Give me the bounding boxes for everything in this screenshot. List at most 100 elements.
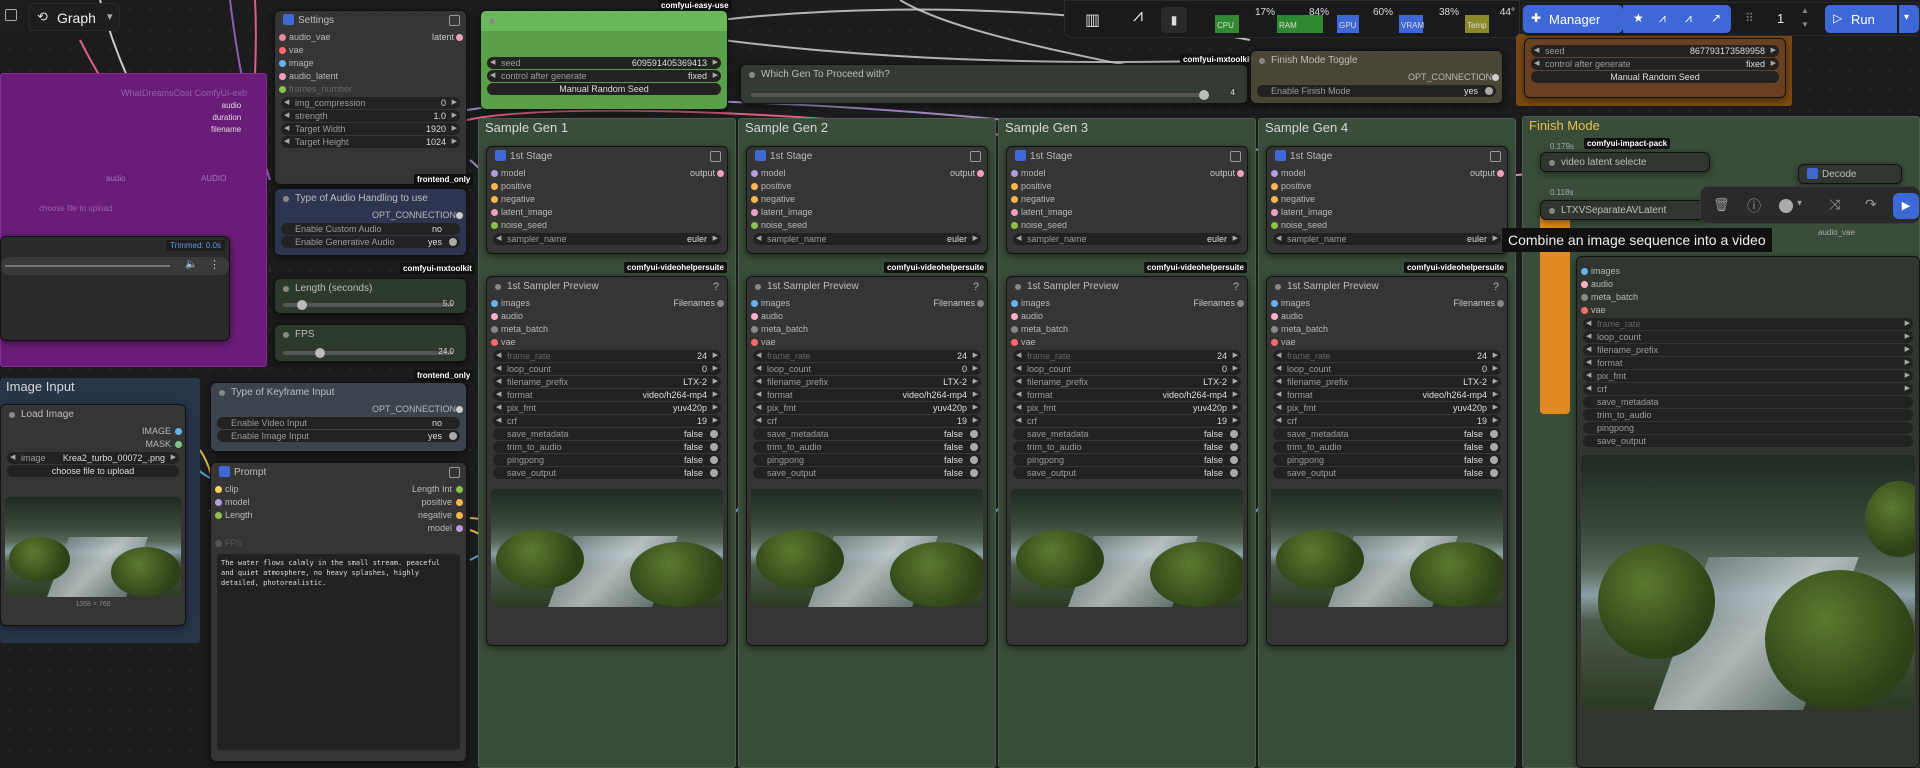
stage-input[interactable]: noise_seed (487, 219, 727, 232)
increment-icon[interactable]: ▲ (1801, 6, 1809, 15)
preview-widget-0[interactable]: frame_rate24 (1013, 350, 1241, 362)
enable-image-input-toggle[interactable]: Enable Image Input yes (217, 430, 460, 442)
input-clip[interactable]: clip (211, 483, 331, 496)
stage-input[interactable]: latent_image (1267, 206, 1507, 219)
output-model[interactable]: model (346, 522, 466, 535)
output-mask-port[interactable]: MASK (1, 438, 185, 451)
star-icon[interactable]: ★ (1633, 11, 1644, 25)
load-image-node[interactable]: Load Image IMAGE MASK imageKrea2_turbo_0… (0, 404, 186, 626)
video-latent-selector-node[interactable]: video latent selecte (1540, 152, 1710, 172)
length-slider[interactable] (283, 300, 453, 310)
manager-button[interactable]: ✚ Manager (1523, 5, 1623, 33)
first-stage-node[interactable]: 1st Stage model output positive negative late… (746, 146, 988, 254)
preview-input[interactable]: vae (1007, 336, 1247, 349)
stage-input[interactable]: latent_image (747, 206, 987, 219)
preview-input[interactable]: audio (1007, 310, 1247, 323)
first-stage-node[interactable]: 1st Stage model output positive negative late… (486, 146, 728, 254)
app-logo-icon[interactable]: ⩘ (1121, 5, 1155, 33)
output-vae[interactable]: vae (275, 44, 466, 57)
stage-input[interactable]: noise_seed (747, 219, 987, 232)
preview-widget-6[interactable]: save_metadata false (753, 428, 981, 440)
bookmark-icon[interactable]: ▮ (1161, 7, 1187, 33)
preview-widget-5[interactable]: crf19 (753, 415, 981, 427)
preview-widget-0[interactable]: frame_rate24 (1273, 350, 1501, 362)
first-stage-node[interactable]: 1st Stage model output positive negative late… (1006, 146, 1248, 254)
sampler-preview-node[interactable]: 1st Sampler Preview? images Filenames audio… (1006, 276, 1248, 646)
expand-icon[interactable] (449, 467, 460, 478)
queue-panel-icon[interactable]: ▥ (1085, 10, 1100, 30)
preview-widget-1[interactable]: loop_count0 (1013, 363, 1241, 375)
preview-widget-3[interactable]: formatvideo/h264-mp4 (1013, 389, 1241, 401)
preview-widget-2[interactable]: filename_prefixLTX-2 (493, 376, 721, 388)
target-width-widget[interactable]: Target Width1920 (281, 123, 460, 135)
output-image[interactable]: image (275, 57, 466, 70)
enable-video-input-toggle[interactable]: Enable Video Input no (217, 417, 460, 429)
audio-handling-node[interactable]: Type of Audio Handling to use OPT_CONNEC… (274, 188, 467, 256)
queue-count[interactable]: 1 (1777, 11, 1784, 26)
fm-widget-trim-to-audio[interactable]: trim_to_audio (1583, 409, 1913, 421)
separate-av-latent-node[interactable]: LTXVSeparateAVLatent (1540, 200, 1710, 220)
sidebar-toggle[interactable] (0, 0, 22, 34)
target-height-widget[interactable]: Target Height1024 (281, 136, 460, 148)
seed-right-random-button[interactable]: Manual Random Seed (1531, 71, 1779, 83)
preview-widget-7[interactable]: trim_to_audio false (753, 441, 981, 453)
strength-widget[interactable]: strength1.0 (281, 110, 460, 122)
output-image-port[interactable]: IMAGE (1, 425, 185, 438)
enable-custom-audio-toggle[interactable]: Enable Custom Audio no (281, 223, 460, 235)
stage-input[interactable]: positive (1007, 180, 1247, 193)
fm-widget-save-output[interactable]: save_output (1583, 435, 1913, 447)
preview-input[interactable]: meta_batch (1267, 323, 1507, 336)
seed-left-random-button[interactable]: Manual Random Seed (487, 83, 721, 95)
preview-widget-7[interactable]: trim_to_audio false (493, 441, 721, 453)
fm-widget-loop-count[interactable]: loop_count (1583, 331, 1913, 343)
preview-input[interactable]: meta_batch (487, 323, 727, 336)
output-length-int[interactable]: Length Int (346, 483, 466, 496)
preview-input[interactable]: audio (747, 310, 987, 323)
resource-monitor-bar[interactable]: ▥ ⩘ ▮ CPU 17% RAM 84% GPU 60% VRAM 38% Temp 4… (1064, 0, 1520, 38)
preview-widget-4[interactable]: pix_fmtyuv420p (753, 402, 981, 414)
fps-node[interactable]: FPS 24.0 (274, 324, 467, 362)
preview-widget-9[interactable]: save_output false (1273, 467, 1501, 479)
sampler-preview-node[interactable]: 1st Sampler Preview? images Filenames audio… (1266, 276, 1508, 646)
preview-widget-3[interactable]: formatvideo/h264-mp4 (1273, 389, 1501, 401)
color-picker-icon[interactable] (1779, 199, 1793, 213)
expand-icon[interactable] (449, 15, 460, 26)
stage-input[interactable]: noise_seed (1267, 219, 1507, 232)
sampler-name-widget[interactable]: sampler_nameeuler (1273, 233, 1501, 245)
enable-finish-mode-toggle[interactable]: Enable Finish Mode yes (1257, 85, 1496, 97)
preview-widget-3[interactable]: formatvideo/h264-mp4 (493, 389, 721, 401)
preview-widget-2[interactable]: filename_prefixLTX-2 (1013, 376, 1241, 388)
graph-menu-button[interactable]: ⟲ Graph ▾ (28, 3, 120, 31)
which-gen-node[interactable]: Which Gen To Proceed with? 4 (740, 64, 1248, 104)
preview-widget-5[interactable]: crf19 (493, 415, 721, 427)
more-options-icon[interactable]: ⋮ (209, 258, 220, 271)
preview-widget-8[interactable]: pingpong false (1013, 454, 1241, 466)
which-gen-slider[interactable] (751, 90, 1209, 100)
stage-input[interactable]: model output (487, 167, 727, 180)
output-audio-latent[interactable]: audio_latent (275, 70, 466, 83)
output-audio-vae[interactable]: audio_vae latent (275, 31, 466, 44)
output-negative[interactable]: negative (346, 509, 466, 522)
preview-input[interactable]: images Filenames (487, 297, 727, 310)
preview-widget-6[interactable]: save_metadata false (1013, 428, 1241, 440)
audio-player-bar[interactable]: 🔈 ⋮ (1, 257, 229, 275)
trash-icon[interactable]: 🗑 (1713, 197, 1730, 213)
preview-input[interactable]: meta_batch (747, 323, 987, 336)
stage-input[interactable]: negative (747, 193, 987, 206)
input-length[interactable]: Length (211, 509, 331, 522)
expand-icon[interactable] (1230, 151, 1241, 162)
preview-widget-1[interactable]: loop_count0 (493, 363, 721, 375)
preview-widget-4[interactable]: pix_fmtyuv420p (1013, 402, 1241, 414)
keyframe-input-node[interactable]: Type of Keyframe Input OPT_CONNECTION En… (210, 382, 467, 452)
seed-right-widget[interactable]: seed867793173589958 (1531, 45, 1779, 57)
expand-icon[interactable] (970, 151, 981, 162)
image-select-widget[interactable]: imageKrea2_turbo_00072_.png (7, 452, 179, 464)
run-button[interactable]: ▷ Run (1825, 5, 1897, 33)
stage-input[interactable]: positive (1267, 180, 1507, 193)
stage-input[interactable]: model output (1267, 167, 1507, 180)
preview-widget-8[interactable]: pingpong false (1273, 454, 1501, 466)
bypass-icon[interactable]: ⤨ (1829, 196, 1840, 213)
prompt-textarea[interactable]: The water flows calmly in the small stre… (217, 554, 460, 750)
manager-actions[interactable]: ★ ⩘ ⩘ ↗ (1623, 5, 1731, 33)
expand-icon[interactable] (710, 151, 721, 162)
